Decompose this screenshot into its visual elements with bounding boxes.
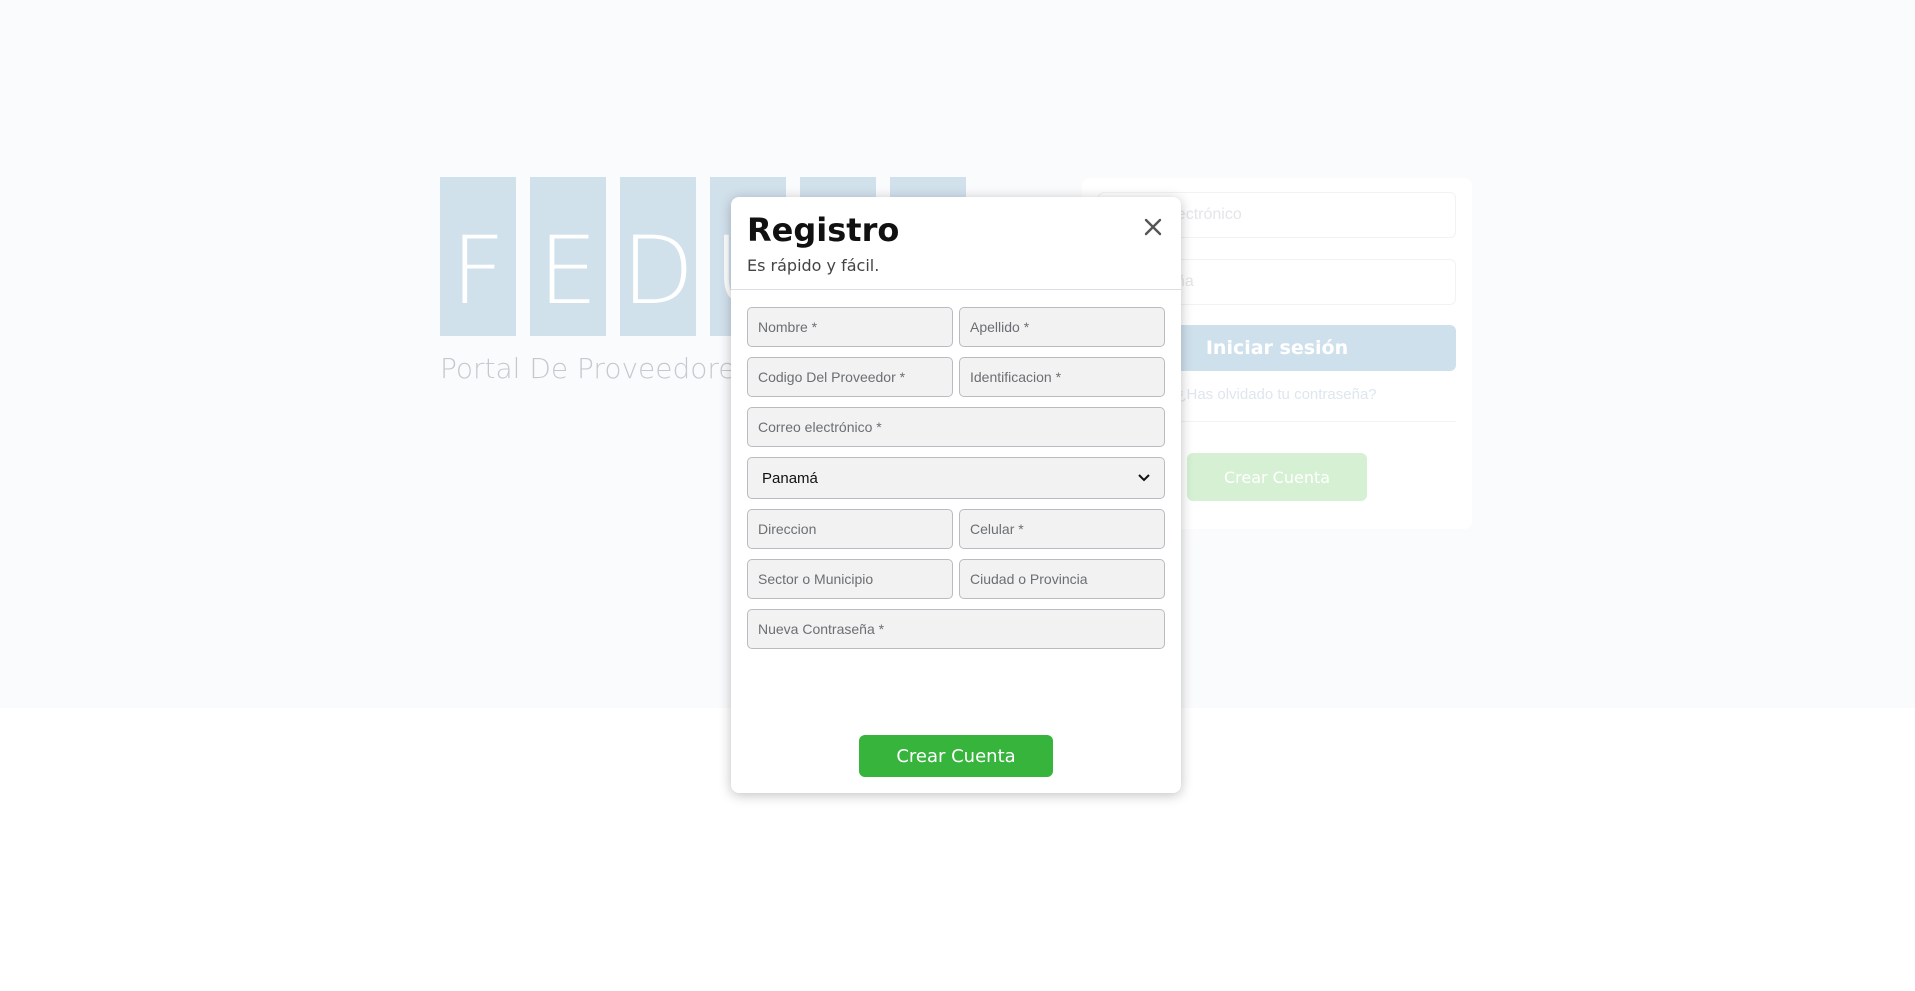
close-button[interactable] — [1139, 213, 1167, 241]
close-icon — [1144, 218, 1162, 236]
apellido-field[interactable]: Apellido * — [959, 307, 1165, 347]
country-select[interactable]: Panamá — [747, 457, 1165, 499]
logo-tile: F — [440, 177, 516, 336]
chevron-down-icon — [1138, 474, 1150, 482]
password-field[interactable]: Nueva Contraseña * — [747, 609, 1165, 649]
create-account-button[interactable]: Crear Cuenta — [1187, 453, 1367, 501]
email-field[interactable]: Correo electrónico * — [747, 407, 1165, 447]
modal-subtitle: Es rápido y fácil. — [747, 256, 880, 275]
logo-tile: D — [620, 177, 696, 336]
logo-tile: E — [530, 177, 606, 336]
registration-modal: Registro Es rápido y fácil. Nombre * Ape… — [731, 197, 1181, 793]
ciudad-field[interactable]: Ciudad o Provincia — [959, 559, 1165, 599]
portal-subtitle: Portal De Proveedores — [440, 352, 751, 385]
modal-divider — [731, 289, 1181, 290]
submit-create-account-button[interactable]: Crear Cuenta — [859, 735, 1053, 777]
direccion-field[interactable]: Direccion — [747, 509, 953, 549]
page: F E D U Portal De Proveedores Correo ele… — [0, 0, 1915, 991]
identificacion-field[interactable]: Identificacion * — [959, 357, 1165, 397]
country-select-value: Panamá — [762, 469, 818, 487]
nombre-field[interactable]: Nombre * — [747, 307, 953, 347]
celular-field[interactable]: Celular * — [959, 509, 1165, 549]
codigo-proveedor-field[interactable]: Codigo Del Proveedor * — [747, 357, 953, 397]
modal-title: Registro — [747, 211, 900, 249]
sector-field[interactable]: Sector o Municipio — [747, 559, 953, 599]
